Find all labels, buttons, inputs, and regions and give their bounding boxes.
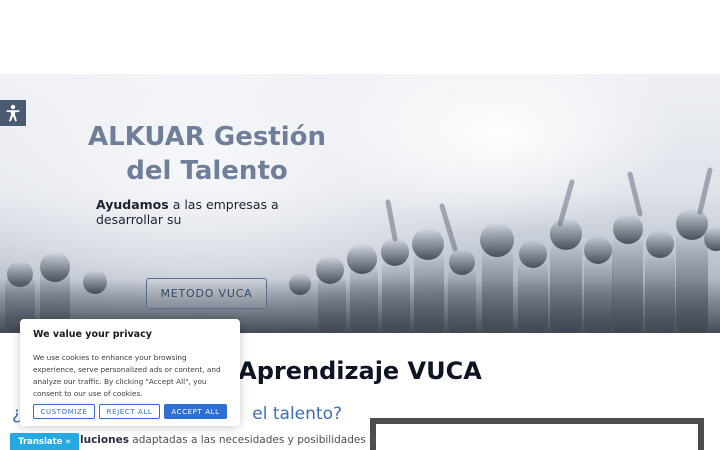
hero-title-line1: ALKUAR Gestión [87, 122, 327, 152]
hero-title-line2: del Talento [126, 156, 288, 186]
body-text-bold: luciones [80, 434, 129, 446]
video-frame [370, 418, 704, 450]
accessibility-button[interactable] [0, 100, 26, 126]
question-end: el talento? [252, 404, 342, 424]
cookie-banner-text: We use cookies to enhance your browsing … [33, 353, 221, 398]
cookie-accept-all-button[interactable]: ACCEPT ALL [164, 404, 227, 419]
cookie-consent-banner: We value your privacy We use cookies to … [20, 319, 240, 426]
translate-button[interactable]: Translate » [10, 433, 79, 450]
body-text-rest: adaptadas a las necesidades y posibilida… [128, 434, 383, 446]
cookie-customize-button[interactable]: CUSTOMIZE [33, 404, 95, 419]
section-body-text: luciones adaptadas a las necesidades y p… [80, 434, 382, 446]
hero-title: ALKUAR Gestión del Talento [82, 120, 332, 188]
hero-banner: ALKUAR Gestión del Talento Ayudamos a la… [0, 74, 720, 333]
hero-subtitle-bold: Ayudamos [96, 197, 169, 212]
accessibility-person-icon [6, 104, 20, 122]
cookie-reject-all-button[interactable]: REJECT ALL [99, 404, 160, 419]
metodo-vuca-button[interactable]: METODO VUCA [146, 278, 267, 309]
hero-subtitle: Ayudamos a las empresas a desarrollar su [96, 197, 336, 227]
site-header [0, 0, 720, 74]
cookie-banner-title: We value your privacy [33, 329, 152, 340]
cookie-button-group: CUSTOMIZE REJECT ALL ACCEPT ALL [33, 404, 227, 419]
